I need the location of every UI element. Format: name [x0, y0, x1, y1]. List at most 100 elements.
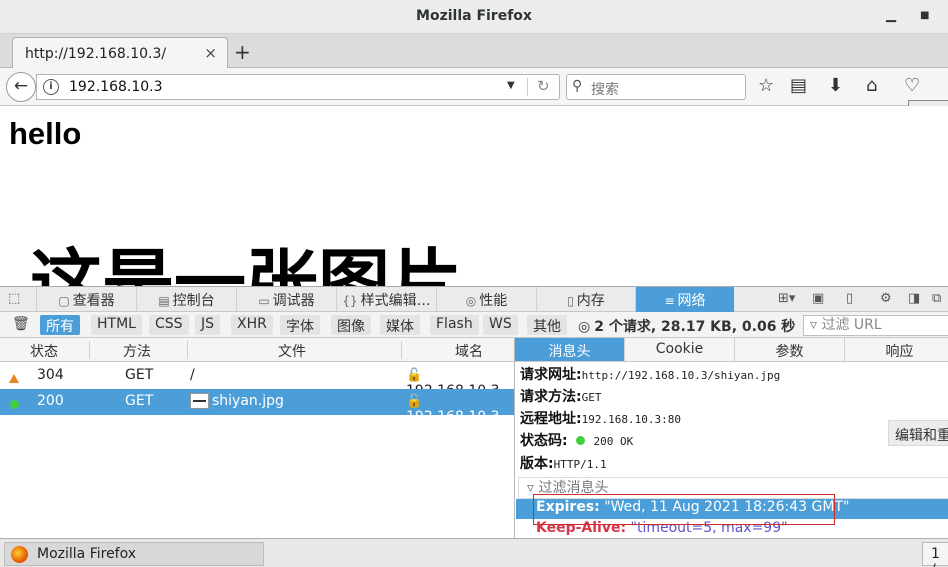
url-filter-input[interactable]: ▿ 过滤 URL	[803, 315, 948, 336]
network-icon: ≡	[664, 294, 675, 308]
filter-fonts[interactable]: 字体	[280, 315, 320, 335]
tab-console-label: 控制台	[172, 293, 215, 309]
tab-params[interactable]: 参数	[735, 338, 845, 361]
filter-xhr[interactable]: XHR	[231, 315, 273, 335]
minimize-icon[interactable]: ▁	[886, 8, 896, 23]
hello-heading: hello	[9, 116, 82, 151]
request-file: /	[190, 367, 195, 383]
search-bar[interactable]: ⚲ 搜索	[566, 74, 746, 100]
style-editor-icon: {}	[342, 294, 358, 308]
tab-network-label: 网络	[677, 293, 706, 309]
filter-other[interactable]: 其他	[527, 315, 567, 335]
downloads-icon[interactable]: ⬇	[828, 75, 843, 96]
url-text[interactable]: 192.168.10.3	[69, 79, 163, 95]
maximize-icon[interactable]: ■	[920, 10, 929, 21]
devtools-toolbar: ⬚ ▢ 查看器 ▤ 控制台 ▭ 调试器 {} 样式编辑… ◎ 性能 ▯ 内存 ≡ 网络 ⊞▾ …	[0, 286, 948, 312]
page-content: hello 这是一张图片	[0, 106, 948, 286]
request-url-value: http://192.168.10.3/shiyan.jpg	[581, 369, 781, 382]
column-method[interactable]: 方法	[123, 341, 151, 361]
column-domain[interactable]: 域名	[455, 341, 483, 361]
request-summary: ◎ 2 个请求, 28.17 KB, 0.06 秒	[578, 316, 795, 336]
filter-css[interactable]: CSS	[149, 315, 189, 335]
taskbar-firefox-button[interactable]: Mozilla Firefox	[4, 542, 264, 566]
reading-list-icon[interactable]: ▤	[790, 75, 807, 96]
ok-status-icon	[10, 397, 19, 413]
scratchpad-icon[interactable]: ▣	[812, 291, 824, 306]
table-row[interactable]: 304 GET / 🔓192.168.10.3	[0, 363, 514, 399]
search-placeholder[interactable]: 搜索	[591, 79, 619, 99]
request-method-line: 请求方法:GET	[520, 386, 601, 406]
home-icon[interactable]: ⌂	[866, 75, 877, 96]
tab-inspector-label: 查看器	[72, 293, 115, 309]
console-icon: ▤	[158, 294, 170, 308]
filter-flash[interactable]: Flash	[430, 315, 479, 335]
column-divider	[401, 341, 402, 359]
element-picker-icon[interactable]: ⬚	[8, 291, 20, 306]
browser-tab[interactable]: http://192.168.10.3/ ×	[12, 37, 228, 69]
timer-icon[interactable]: ◎	[578, 319, 590, 335]
remote-address-value: 192.168.10.3:80	[581, 413, 681, 426]
tab-cookies[interactable]: Cookie	[625, 338, 735, 361]
filter-all[interactable]: 所有	[40, 315, 80, 335]
column-divider	[89, 341, 90, 359]
filter-html[interactable]: HTML	[91, 315, 142, 335]
reload-icon[interactable]: ↻	[537, 77, 550, 95]
column-file[interactable]: 文件	[278, 341, 306, 361]
tab-memory-label: 内存	[576, 293, 605, 309]
tab-performance-label: 性能	[479, 293, 508, 309]
tab-headers[interactable]: 消息头	[515, 338, 625, 361]
pocket-icon[interactable]: ♡	[904, 75, 920, 96]
filter-media[interactable]: 媒体	[380, 315, 420, 335]
tab-style-editor[interactable]: {} 样式编辑…	[336, 287, 436, 312]
column-status[interactable]: 状态	[30, 341, 58, 361]
edit-resend-button[interactable]: 编辑和重发	[888, 420, 948, 446]
remote-address-label: 远程地址:	[520, 411, 582, 427]
filter-js[interactable]: JS	[195, 315, 221, 335]
settings-gear-icon[interactable]: ⚙	[880, 291, 892, 306]
request-method-value: GET	[581, 391, 602, 404]
request-method-label: 请求方法:	[520, 389, 582, 405]
separate-window-icon[interactable]: ⧉	[932, 291, 941, 306]
bookmark-star-icon[interactable]: ☆	[758, 75, 774, 96]
request-domain: 🔓192.168.10.3	[406, 393, 514, 425]
debugger-icon: ▭	[258, 294, 270, 308]
responsive-design-icon[interactable]: ▯	[846, 291, 853, 306]
tab-performance[interactable]: ◎ 性能	[436, 287, 536, 312]
back-button[interactable]: ←	[6, 72, 36, 102]
url-bar[interactable]: i 192.168.10.3 ▼ ↻	[36, 74, 560, 100]
tab-response[interactable]: 响应	[845, 338, 948, 361]
new-tab-button[interactable]: +	[234, 40, 251, 64]
request-table-header: 状态 方法 文件 域名	[0, 338, 514, 362]
request-file: shiyan.jpg	[190, 393, 284, 409]
workspace-counter[interactable]: 1 / 4	[922, 542, 948, 567]
performance-icon: ◎	[465, 294, 477, 308]
firefox-icon	[11, 546, 28, 563]
remote-address-line: 远程地址:192.168.10.3:80	[520, 408, 681, 428]
tab-debugger[interactable]: ▭ 调试器	[236, 287, 336, 312]
request-file-text: shiyan.jpg	[212, 393, 284, 409]
request-url-line: 请求网址:http://192.168.10.3/shiyan.jpg	[520, 364, 780, 384]
filter-images[interactable]: 图像	[331, 315, 371, 335]
url-filter-placeholder: 过滤 URL	[821, 317, 882, 333]
annotation-highlight-box	[533, 494, 835, 525]
tab-network[interactable]: ≡ 网络	[635, 287, 734, 312]
clear-trash-icon[interactable]: 🗑	[12, 316, 30, 332]
tab-console[interactable]: ▤ 控制台	[136, 287, 236, 312]
url-dropdown-icon[interactable]: ▼	[507, 80, 515, 91]
filter-ws[interactable]: WS	[483, 315, 518, 335]
version-line: 版本:HTTP/1.1	[520, 453, 607, 473]
image-heading: 这是一张图片	[30, 244, 463, 286]
panel-splitter[interactable]	[514, 338, 515, 538]
close-tab-icon[interactable]: ×	[204, 44, 217, 62]
window-titlebar: Mozilla Firefox ▁ ■	[0, 0, 948, 34]
info-icon[interactable]: i	[43, 79, 59, 95]
tab-inspector[interactable]: ▢ 查看器	[36, 287, 136, 312]
table-row[interactable]: 200 GET shiyan.jpg 🔓192.168.10.3	[0, 389, 514, 425]
version-label: 版本:	[520, 456, 554, 472]
layout-icon[interactable]: ⊞▾	[778, 291, 795, 306]
dock-side-icon[interactable]: ◨	[908, 291, 920, 306]
request-status: 304	[37, 367, 64, 383]
tab-debugger-label: 调试器	[272, 293, 315, 309]
tab-memory[interactable]: ▯ 内存	[536, 287, 635, 312]
network-filter-bar: 🗑 所有 HTML CSS JS XHR 字体 图像 媒体 Flash WS 其…	[0, 312, 948, 338]
